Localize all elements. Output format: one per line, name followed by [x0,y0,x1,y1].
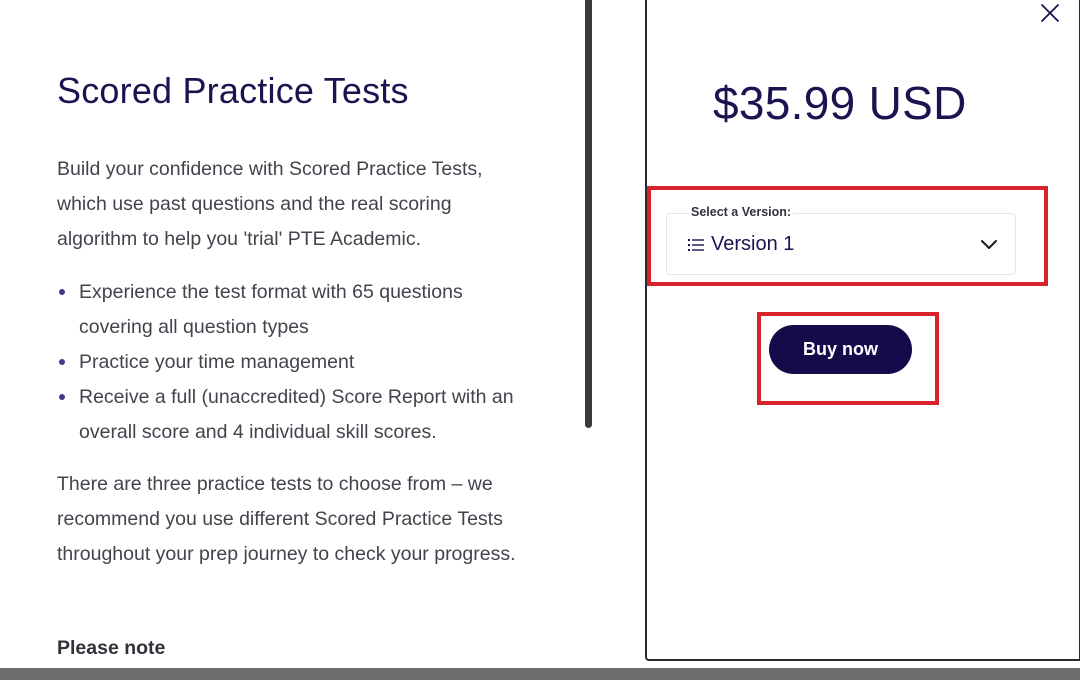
selected-version: Version 1 [711,233,795,255]
intro-paragraph: Build your confidence with Scored Practi… [57,158,483,250]
bullet-icon [59,359,65,365]
bullet-icon [59,289,65,295]
list-item: Practice your time management [57,345,527,380]
please-note-heading: Please note [57,637,166,659]
horizontal-scrollbar[interactable] [0,668,1080,680]
close-icon [1041,4,1059,22]
feature-list: Experience the test format with 65 quest… [57,275,527,450]
page: Scored Practice Tests Build your confide… [0,0,1080,680]
chevron-down-icon[interactable] [980,238,998,252]
close-button[interactable] [1036,0,1064,28]
buy-now-button[interactable]: Buy now [769,325,912,374]
list-item-text: Experience the test format with 65 quest… [79,281,463,338]
list-item: Experience the test format with 65 quest… [57,275,527,345]
product-description-panel: Scored Practice Tests Build your confide… [0,0,586,668]
bullet-icon [59,394,65,400]
page-title: Scored Practice Tests [57,70,409,111]
closing-paragraph: There are three practice tests to choose… [57,473,516,565]
price: $35.99 USD [713,77,967,129]
list-item: Receive a full (unaccredited) Score Repo… [57,380,527,450]
version-select-label: Select a Version: [689,205,794,219]
list-icon [688,239,704,251]
list-item-text: Practice your time management [79,351,355,373]
list-item-text: Receive a full (unaccredited) Score Repo… [79,386,514,443]
scrollbar-thumb[interactable] [585,0,592,428]
